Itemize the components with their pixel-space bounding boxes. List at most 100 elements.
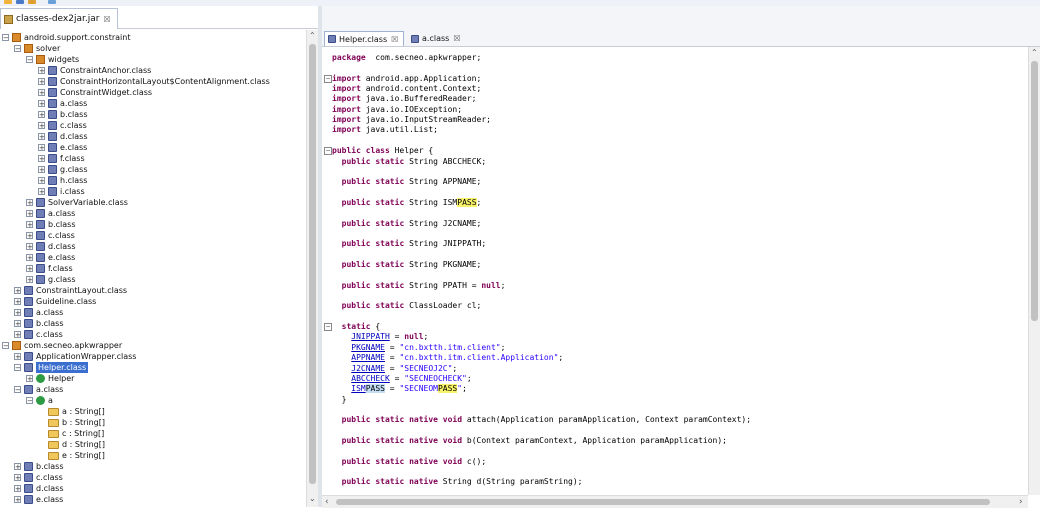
editor-scroll-thumb[interactable] (1031, 61, 1038, 321)
expand-icon[interactable]: + (14, 287, 21, 295)
new-icon[interactable] (4, 0, 12, 4)
expand-icon[interactable]: + (14, 485, 21, 493)
expand-icon[interactable]: + (38, 133, 45, 141)
jar-tab[interactable]: classes-dex2jar.jar ☒ (0, 8, 118, 29)
expand-icon[interactable]: + (26, 232, 33, 240)
expand-icon[interactable]: + (26, 254, 33, 262)
open-icon[interactable] (16, 0, 24, 4)
tree-item[interactable]: + g.class (26, 274, 75, 285)
tree-item[interactable]: + h.class (38, 175, 87, 186)
tree-item[interactable]: + e.class (14, 494, 63, 505)
tree-item[interactable]: + e.class (38, 142, 87, 153)
tree-field[interactable]: d : String[] (38, 439, 105, 450)
tree-item[interactable]: + ApplicationWrapper.class (14, 351, 136, 362)
tree-item[interactable]: + c.class (26, 230, 75, 241)
tree-item[interactable]: + f.class (26, 263, 73, 274)
tree-item[interactable]: + ConstraintHorizontalLayout$ContentAlign… (38, 76, 270, 87)
tree-item[interactable]: + b.class (14, 318, 63, 329)
tree-field[interactable]: b : String[] (38, 417, 105, 428)
tree-package[interactable]: − com.secneo.apkwrapper (2, 340, 122, 351)
expand-icon[interactable]: + (14, 474, 21, 482)
fold-toggle-icon[interactable]: − (324, 323, 332, 332)
expand-icon[interactable]: + (14, 496, 21, 504)
tree-item[interactable]: + a.class (14, 307, 63, 318)
collapse-icon[interactable]: − (2, 342, 9, 350)
expand-icon[interactable]: + (14, 353, 21, 361)
scroll-left-arrow-icon[interactable]: ‹ (325, 496, 329, 508)
expand-icon[interactable]: + (14, 331, 21, 339)
tree-item[interactable]: + i.class (38, 186, 85, 197)
tree-item[interactable]: + b.class (38, 109, 87, 120)
tree-package[interactable]: − android.support.constraint (2, 32, 130, 43)
expand-icon[interactable]: + (26, 276, 33, 284)
expand-icon[interactable]: + (26, 265, 33, 273)
tree-item[interactable]: + ConstraintLayout.class (14, 285, 127, 296)
expand-icon[interactable]: + (14, 298, 21, 306)
tree-item[interactable]: + a.class (26, 208, 75, 219)
collapse-icon[interactable]: − (14, 364, 21, 372)
expand-icon[interactable]: + (38, 177, 45, 185)
tree-item[interactable]: + d.class (26, 241, 75, 252)
expand-icon[interactable]: + (38, 111, 45, 119)
tree-item[interactable]: + c.class (38, 120, 87, 131)
tree-item[interactable]: + SolverVariable.class (26, 197, 128, 208)
tree-item[interactable]: − a.class (14, 384, 63, 395)
tree-item[interactable]: + c.class (14, 329, 63, 340)
expand-icon[interactable]: + (26, 210, 33, 218)
tree-package[interactable]: − widgets (26, 54, 79, 65)
tree-item[interactable]: + e.class (26, 252, 75, 263)
expand-icon[interactable]: + (38, 78, 45, 86)
fold-toggle-icon[interactable]: − (324, 74, 332, 83)
tree-item[interactable]: + d.class (38, 131, 87, 142)
fold-toggle-icon[interactable]: − (324, 147, 332, 156)
expand-icon[interactable]: + (26, 375, 33, 383)
expand-icon[interactable]: + (38, 166, 45, 174)
expand-icon[interactable]: + (38, 100, 45, 108)
tree-item[interactable]: + a.class (38, 98, 87, 109)
scroll-down-arrow-icon[interactable]: ⌄ (309, 494, 316, 503)
expand-icon[interactable]: + (26, 221, 33, 229)
expand-icon[interactable]: + (14, 309, 21, 317)
close-icon[interactable]: ☒ (391, 35, 398, 44)
tree-scroll-thumb[interactable] (309, 44, 316, 484)
collapse-icon[interactable]: − (26, 56, 33, 64)
tree-item[interactable]: + Guideline.class (14, 296, 96, 307)
expand-icon[interactable]: + (38, 144, 45, 152)
expand-icon[interactable]: + (26, 243, 33, 251)
tree-item[interactable]: + g.class (38, 164, 87, 175)
tree-item[interactable]: + b.class (14, 461, 63, 472)
code-view[interactable]: package com.secneo.apkwrapper; − import an… (322, 47, 1028, 495)
scroll-up-arrow-icon[interactable]: ⌃ (309, 31, 316, 40)
editor-hscroll-thumb[interactable] (336, 499, 990, 505)
collapse-icon[interactable]: − (14, 45, 21, 53)
tree-field[interactable]: a : String[] (38, 406, 105, 417)
tree-item[interactable]: + b.class (26, 219, 75, 230)
expand-icon[interactable]: + (38, 155, 45, 163)
back-icon[interactable] (48, 0, 56, 4)
tree-item[interactable]: + ConstraintAnchor.class (38, 65, 151, 76)
editor-tab[interactable]: a.class ☒ (408, 31, 465, 46)
expand-icon[interactable]: + (14, 463, 21, 471)
tree-field[interactable]: c : String[] (38, 428, 104, 439)
tree-item[interactable]: + ConstraintWidget.class (38, 87, 152, 98)
expand-icon[interactable]: + (38, 122, 45, 130)
tree-item[interactable]: − a (26, 395, 53, 406)
editor-tab[interactable]: Helper.class ☒ (324, 31, 405, 46)
expand-icon[interactable]: + (14, 320, 21, 328)
editor-horizontal-scrollbar[interactable]: ‹ › (322, 495, 1028, 508)
collapse-icon[interactable]: − (14, 386, 21, 394)
close-icon[interactable]: ☒ (453, 34, 460, 43)
scroll-right-arrow-icon[interactable]: › (1019, 496, 1023, 508)
save-icon[interactable] (28, 0, 36, 4)
collapse-icon[interactable]: − (2, 34, 9, 42)
close-icon[interactable]: ☒ (103, 15, 110, 24)
tree-field[interactable]: e : String[] (38, 450, 105, 461)
scroll-up-arrow-icon[interactable]: ⌃ (1031, 48, 1038, 57)
tree-package[interactable]: − solver (14, 43, 60, 54)
expand-icon[interactable]: + (38, 188, 45, 196)
expand-icon[interactable]: + (26, 199, 33, 207)
tree-item[interactable]: + c.class (14, 472, 63, 483)
tree-item[interactable]: − Helper.class (14, 362, 89, 373)
expand-icon[interactable]: + (38, 67, 45, 75)
editor-vertical-scrollbar[interactable]: ⌃ (1028, 47, 1040, 495)
